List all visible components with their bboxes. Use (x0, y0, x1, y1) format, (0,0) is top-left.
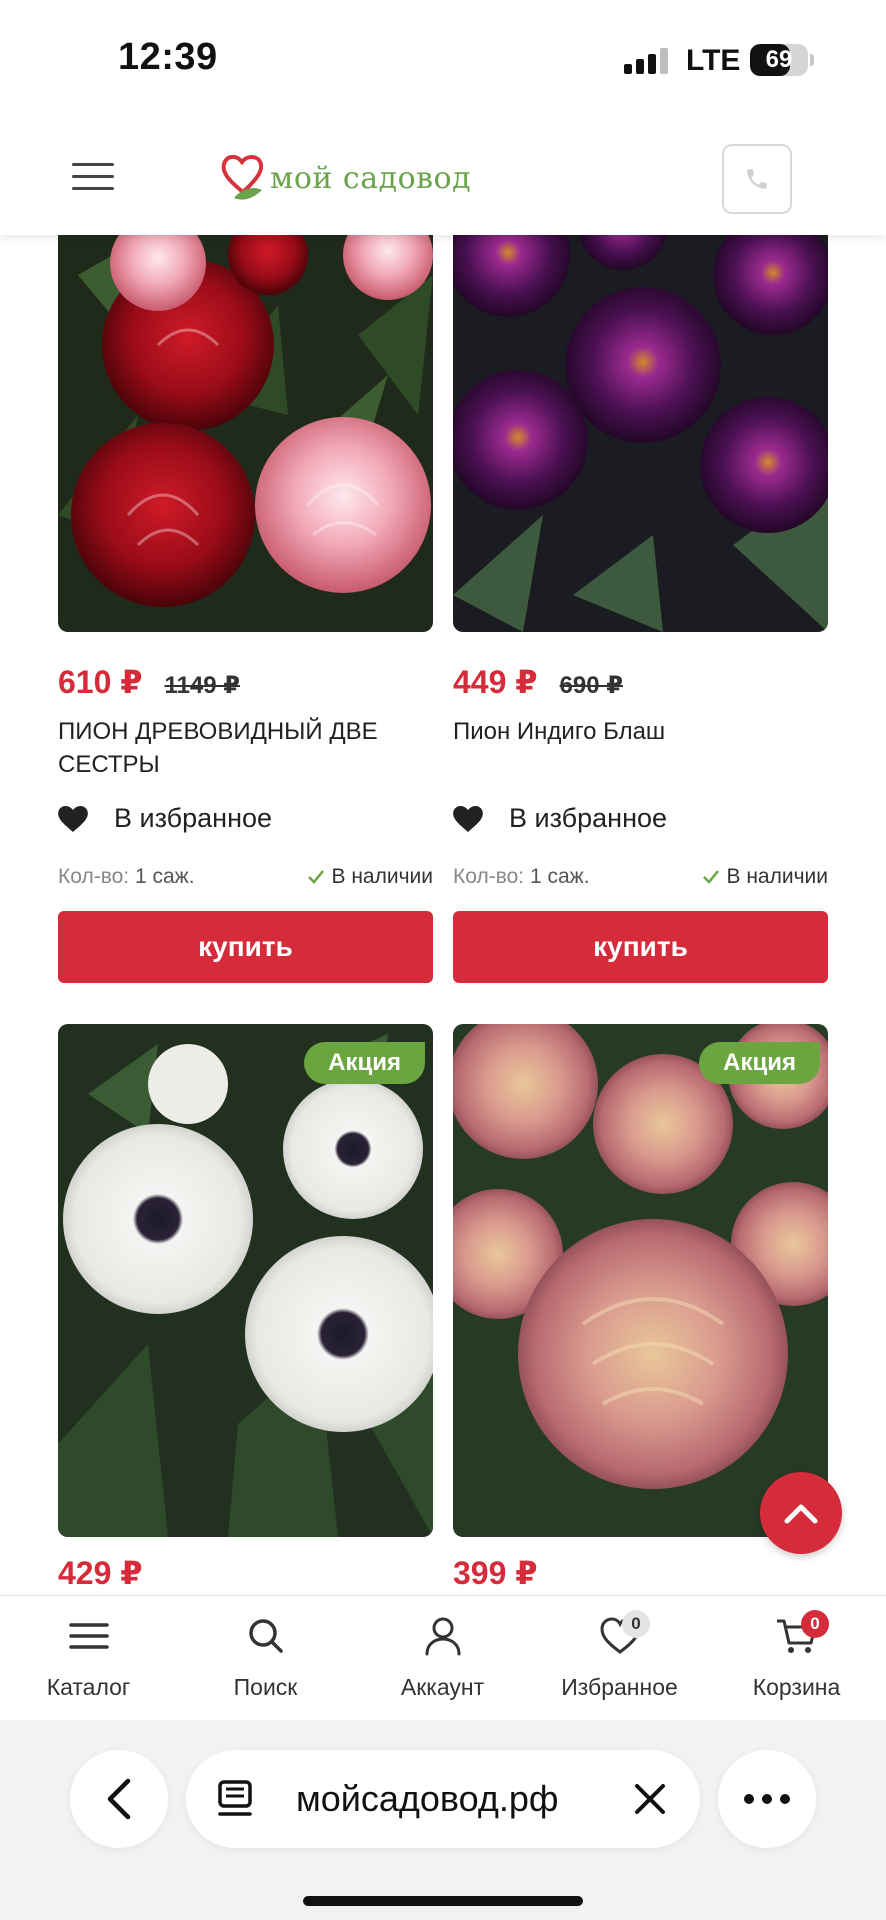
product-image[interactable]: Акция (453, 1024, 828, 1537)
product-title[interactable]: ПИОН ДРЕВОВИДНЫЙ ДВЕ СЕСТРЫ (58, 715, 433, 781)
qty-label: Кол-во: (453, 865, 525, 888)
price-row: 399 ₽ (453, 1554, 538, 1592)
status-time: 12:39 (118, 36, 218, 78)
chevron-up-icon (784, 1504, 818, 1524)
stock-status: В наличии (702, 865, 828, 889)
product-image[interactable] (58, 235, 433, 632)
nav-search[interactable]: Поиск (177, 1596, 354, 1721)
product-image[interactable] (453, 235, 828, 632)
site-header: мой садовод (0, 120, 886, 235)
nav-label: Корзина (752, 1674, 841, 1700)
check-icon (703, 870, 720, 884)
qty-label: Кол-во: (58, 865, 130, 888)
product-card: 610 ₽ 1149 ₽ ПИОН ДРЕВОВИДНЫЙ ДВЕ СЕСТРЫ… (58, 235, 433, 995)
product-card: Акция 429 ₽ (58, 1024, 433, 1591)
logo-text: мой садовод (270, 160, 472, 196)
add-to-favorites-button[interactable]: В избранное (453, 803, 667, 834)
old-price: 690 ₽ (559, 672, 623, 699)
battery-tip (810, 54, 814, 66)
heart-icon (453, 805, 483, 832)
url-text: мойсадовод.рф (296, 1778, 559, 1819)
nav-cart[interactable]: 0 Корзина (708, 1596, 885, 1721)
check-icon (308, 870, 325, 884)
product-meta: Кол-во: 1 саж. В наличии (453, 865, 828, 889)
more-dots-icon (744, 1794, 790, 1804)
more-button[interactable] (718, 1750, 816, 1848)
search-icon (248, 1619, 283, 1653)
phone-button[interactable] (722, 144, 792, 214)
promo-badge: Акция (699, 1042, 820, 1084)
scroll-to-top-button[interactable] (760, 1472, 842, 1554)
back-button[interactable] (70, 1750, 168, 1848)
heart-leaf-logo-icon (221, 155, 264, 200)
promo-badge: Акция (304, 1042, 425, 1084)
nav-catalog[interactable]: Каталог (0, 1596, 177, 1721)
hamburger-menu-button[interactable] (72, 163, 114, 191)
qty-value: 1 саж. (134, 865, 195, 888)
nav-label: Аккаунт (400, 1674, 485, 1700)
home-indicator (303, 1896, 583, 1906)
product-meta: Кол-во: 1 саж. В наличии (58, 865, 433, 889)
chevron-left-icon (107, 1778, 131, 1820)
buy-button[interactable]: купить (453, 911, 828, 983)
address-bar[interactable]: мойсадовод.рф (186, 1750, 700, 1848)
nav-favorites[interactable]: 0 Избранное (531, 1596, 708, 1721)
favorites-label: В избранное (509, 803, 668, 833)
battery-level: 69 (765, 46, 793, 73)
favorites-label: В избранное (114, 803, 273, 833)
price: 610 ₽ (58, 664, 143, 700)
price-row: 449 ₽ 690 ₽ (453, 663, 623, 701)
cart-count-badge: 0 (801, 1610, 829, 1638)
price: 429 ₽ (58, 1555, 143, 1591)
heart-icon (58, 805, 88, 832)
old-price: 1149 ₽ (164, 672, 240, 699)
stock-status: В наличии (307, 865, 433, 889)
product-grid: 610 ₽ 1149 ₽ ПИОН ДРЕВОВИДНЫЙ ДВЕ СЕСТРЫ… (0, 235, 886, 1595)
nav-label: Каталог (46, 1674, 131, 1700)
page-settings-icon (218, 1780, 252, 1816)
phone-icon (747, 169, 767, 189)
price: 449 ₽ (453, 664, 538, 700)
buy-button[interactable]: купить (58, 911, 433, 983)
network-label: LTE (686, 44, 741, 77)
browser-toolbar: мойсадовод.рф (0, 1720, 886, 1920)
qty-value: 1 саж. (529, 865, 590, 888)
price-row: 610 ₽ 1149 ₽ (58, 663, 240, 701)
status-bar: 12:39 LTE 69 (0, 0, 886, 120)
menu-icon (68, 1623, 109, 1649)
nav-account[interactable]: Аккаунт (354, 1596, 531, 1721)
nav-label: Избранное (561, 1674, 678, 1700)
signal-icon (624, 48, 670, 74)
add-to-favorites-button[interactable]: В избранное (58, 803, 272, 834)
product-card: 449 ₽ 690 ₽ Пион Индиго Блаш В избранное… (453, 235, 828, 995)
stock-label: В наличии (726, 865, 828, 888)
product-image[interactable]: Акция (58, 1024, 433, 1537)
price: 399 ₽ (453, 1555, 538, 1591)
user-icon (425, 1617, 460, 1656)
favorites-count-badge: 0 (622, 1610, 650, 1638)
stock-label: В наличии (331, 865, 433, 888)
bottom-nav: Каталог Поиск Аккаунт 0 Избранное 0 Корз… (0, 1595, 886, 1720)
nav-label: Поиск (233, 1674, 298, 1700)
close-icon[interactable] (634, 1783, 666, 1815)
product-title[interactable]: Пион Индиго Блаш (453, 715, 828, 748)
battery-icon: 69 (750, 44, 808, 76)
price-row: 429 ₽ (58, 1554, 143, 1592)
site-logo[interactable]: мой садовод (220, 150, 471, 206)
